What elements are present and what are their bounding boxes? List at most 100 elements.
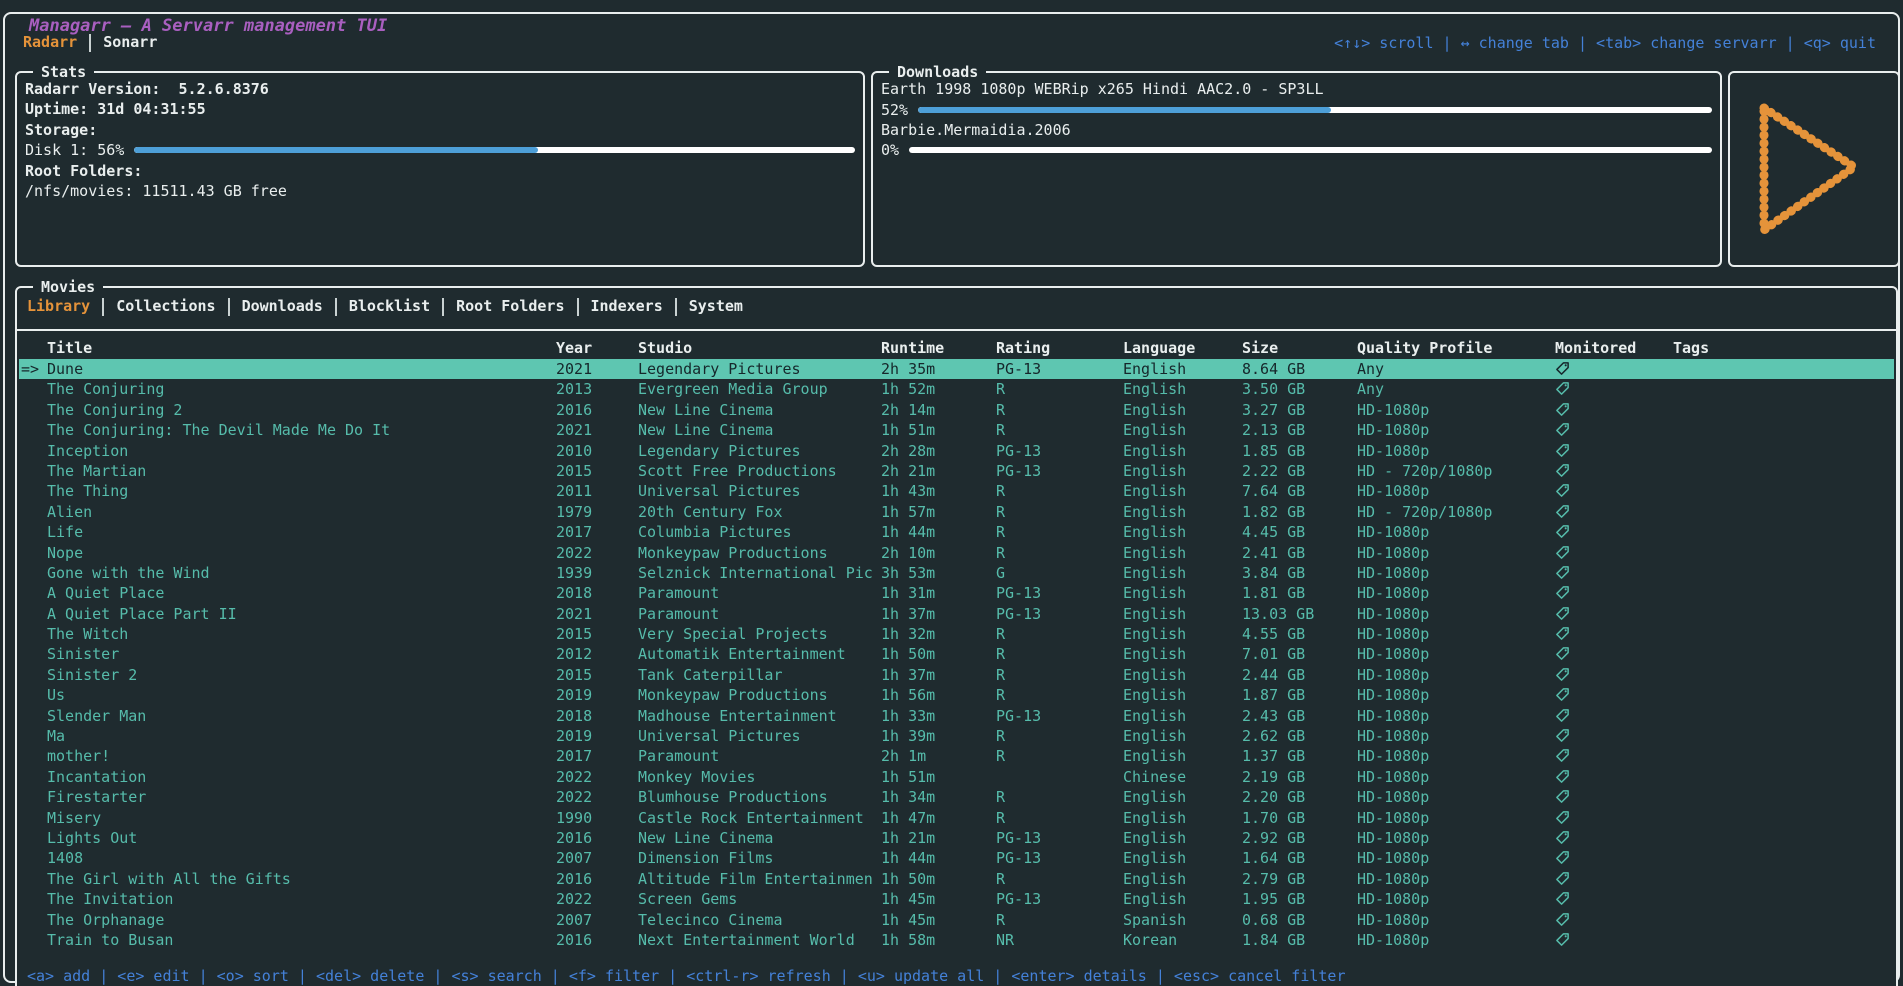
cell-language: English <box>1123 746 1242 766</box>
table-row[interactable]: Nope 2022 Monkeypaw Productions 2h 10m R… <box>19 543 1894 563</box>
table-row[interactable]: Sinister 2012 Automatik Entertainment 1h… <box>19 644 1894 664</box>
root-folders-label: Root Folders: <box>25 161 855 181</box>
tag-icon <box>1555 606 1570 621</box>
movies-tab-system[interactable]: System <box>689 296 743 317</box>
cell-size: 2.43 GB <box>1242 706 1357 726</box>
cell-size: 3.27 GB <box>1242 400 1357 420</box>
cell-tags <box>1673 706 1894 726</box>
movies-tab-library[interactable]: Library <box>27 296 90 317</box>
cell-size: 2.41 GB <box>1242 543 1357 563</box>
cell-tags <box>1673 665 1894 685</box>
cell-size: 1.87 GB <box>1242 685 1357 705</box>
table-row[interactable]: => Dune 2021 Legendary Pictures 2h 35m P… <box>19 359 1894 379</box>
col-monitored: Monitored <box>1555 338 1673 359</box>
table-row[interactable]: A Quiet Place 2018 Paramount 1h 31m PG-1… <box>19 583 1894 603</box>
cell-year: 2022 <box>556 543 638 563</box>
servarr-tab-sonarr[interactable]: Sonarr <box>103 32 157 53</box>
cell-year: 2015 <box>556 461 638 481</box>
cell-studio: Dimension Films <box>638 848 881 868</box>
cell-title: Sinister <box>47 644 556 664</box>
cell-language: English <box>1123 522 1242 542</box>
movies-tab-collections[interactable]: Collections <box>116 296 215 317</box>
cell-year: 2018 <box>556 706 638 726</box>
download-title: Barbie.Mermaidia.2006 <box>881 120 1712 140</box>
cell-year: 2021 <box>556 604 638 624</box>
tag-icon <box>1555 504 1570 519</box>
cell-monitored <box>1555 726 1673 746</box>
movies-tab-root-folders[interactable]: Root Folders <box>456 296 564 317</box>
cell-tags <box>1673 624 1894 644</box>
cell-language: English <box>1123 706 1242 726</box>
table-row[interactable]: 1408 2007 Dimension Films 1h 44m PG-13 E… <box>19 848 1894 868</box>
table-row[interactable]: mother! 2017 Paramount 2h 1m R English 1… <box>19 746 1894 766</box>
cell-rating: R <box>996 665 1123 685</box>
stats-panel-title: Stats <box>33 62 94 82</box>
table-row[interactable]: The Girl with All the Gifts 2016 Altitud… <box>19 869 1894 889</box>
cell-monitored <box>1555 808 1673 828</box>
cell-monitored <box>1555 359 1673 379</box>
tag-icon <box>1555 524 1570 539</box>
table-row[interactable]: Train to Busan 2016 Next Entertainment W… <box>19 930 1894 950</box>
cell-monitored <box>1555 930 1673 950</box>
cell-rating: PG-13 <box>996 359 1123 379</box>
movies-panel-title: Movies <box>33 277 103 297</box>
table-row[interactable]: The Witch 2015 Very Special Projects 1h … <box>19 624 1894 644</box>
cell-size: 2.62 GB <box>1242 726 1357 746</box>
cell-language: English <box>1123 461 1242 481</box>
table-row[interactable]: Gone with the Wind 1939 Selznick Interna… <box>19 563 1894 583</box>
table-row[interactable]: Slender Man 2018 Madhouse Entertainment … <box>19 706 1894 726</box>
cell-monitored <box>1555 502 1673 522</box>
cell-monitored <box>1555 400 1673 420</box>
movies-tab-indexers[interactable]: Indexers <box>591 296 663 317</box>
table-row[interactable]: Misery 1990 Castle Rock Entertainment 1h… <box>19 808 1894 828</box>
disk-usage-label: Disk 1: 56% <box>25 141 124 159</box>
cell-quality-profile: HD-1080p <box>1357 665 1555 685</box>
table-row[interactable]: Us 2019 Monkeypaw Productions 1h 56m R E… <box>19 685 1894 705</box>
download-progress-track <box>909 147 1712 153</box>
table-row[interactable]: A Quiet Place Part II 2021 Paramount 1h … <box>19 604 1894 624</box>
cell-title: Us <box>47 685 556 705</box>
table-row[interactable]: The Martian 2015 Scott Free Productions … <box>19 461 1894 481</box>
table-row[interactable]: The Conjuring: The Devil Made Me Do It 2… <box>19 420 1894 440</box>
cell-quality-profile: HD-1080p <box>1357 685 1555 705</box>
radarr-version: Radarr Version: 5.2.6.8376 <box>25 79 855 99</box>
cell-rating: PG-13 <box>996 461 1123 481</box>
movies-tab-downloads[interactable]: Downloads <box>242 296 323 317</box>
row-selection-prefix <box>19 502 47 522</box>
cell-rating: PG-13 <box>996 848 1123 868</box>
cell-language: English <box>1123 502 1242 522</box>
table-row[interactable]: The Conjuring 2 2016 New Line Cinema 2h … <box>19 400 1894 420</box>
cell-quality-profile: HD - 720p/1080p <box>1357 461 1555 481</box>
movies-tab-blocklist[interactable]: Blocklist <box>349 296 430 317</box>
cell-quality-profile: HD-1080p <box>1357 706 1555 726</box>
cell-quality-profile: HD - 720p/1080p <box>1357 502 1555 522</box>
table-row[interactable]: The Orphanage 2007 Telecinco Cinema 1h 4… <box>19 910 1894 930</box>
cell-monitored <box>1555 624 1673 644</box>
col-title: Title <box>47 338 556 359</box>
cell-runtime: 1h 32m <box>881 624 996 644</box>
table-row[interactable]: Life 2017 Columbia Pictures 1h 44m R Eng… <box>19 522 1894 542</box>
table-row[interactable]: Lights Out 2016 New Line Cinema 1h 21m P… <box>19 828 1894 848</box>
table-row[interactable]: The Invitation 2022 Screen Gems 1h 45m P… <box>19 889 1894 909</box>
cell-monitored <box>1555 889 1673 909</box>
table-row[interactable]: Ma 2019 Universal Pictures 1h 39m R Engl… <box>19 726 1894 746</box>
cell-runtime: 1h 31m <box>881 583 996 603</box>
downloads-panel-title: Downloads <box>889 62 986 82</box>
table-row[interactable]: The Thing 2011 Universal Pictures 1h 43m… <box>19 481 1894 501</box>
table-row[interactable]: The Conjuring 2013 Evergreen Media Group… <box>19 379 1894 399</box>
table-row[interactable]: Inception 2010 Legendary Pictures 2h 28m… <box>19 441 1894 461</box>
cell-language: English <box>1123 400 1242 420</box>
cell-rating: R <box>996 624 1123 644</box>
servarr-tab-radarr[interactable]: Radarr <box>23 32 77 53</box>
col-year: Year <box>556 338 638 359</box>
cell-quality-profile: HD-1080p <box>1357 604 1555 624</box>
table-row[interactable]: Alien 1979 20th Century Fox 1h 57m R Eng… <box>19 502 1894 522</box>
tab-separator <box>577 298 579 316</box>
table-row[interactable]: Firestarter 2022 Blumhouse Productions 1… <box>19 787 1894 807</box>
table-row[interactable]: Sinister 2 2015 Tank Caterpillar 1h 37m … <box>19 665 1894 685</box>
cell-title: The Witch <box>47 624 556 644</box>
cell-title: The Orphanage <box>47 910 556 930</box>
cell-studio: Legendary Pictures <box>638 441 881 461</box>
table-row[interactable]: Incantation 2022 Monkey Movies 1h 51m Ch… <box>19 767 1894 787</box>
cell-studio: Monkey Movies <box>638 767 881 787</box>
